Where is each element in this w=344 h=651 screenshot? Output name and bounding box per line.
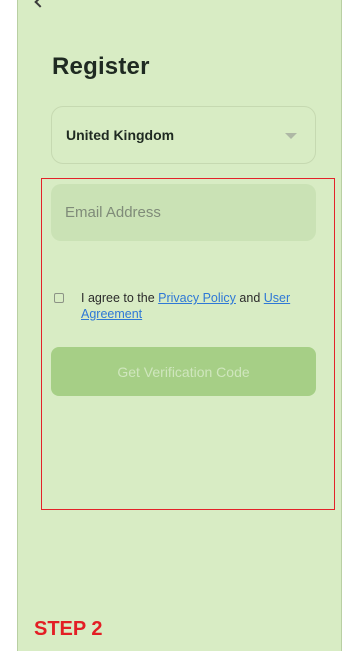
chevron-down-icon	[285, 133, 297, 139]
privacy-policy-link[interactable]: Privacy Policy	[158, 291, 236, 305]
agreement-text: I agree to the Privacy Policy and User A…	[81, 290, 307, 322]
agree-checkbox[interactable]	[54, 293, 64, 303]
get-verification-code-button[interactable]: Get Verification Code	[51, 347, 316, 396]
agreement-prefix: I agree to the	[81, 291, 159, 305]
country-selected-label: United Kingdom	[66, 127, 175, 143]
email-field[interactable]	[51, 184, 316, 241]
email-input[interactable]	[65, 201, 300, 223]
page-title: Register	[52, 53, 150, 80]
app-screen	[17, 0, 342, 651]
step-label: STEP 2	[34, 618, 103, 640]
agreement-middle: and	[235, 291, 264, 305]
country-select[interactable]: United Kingdom	[51, 106, 316, 164]
